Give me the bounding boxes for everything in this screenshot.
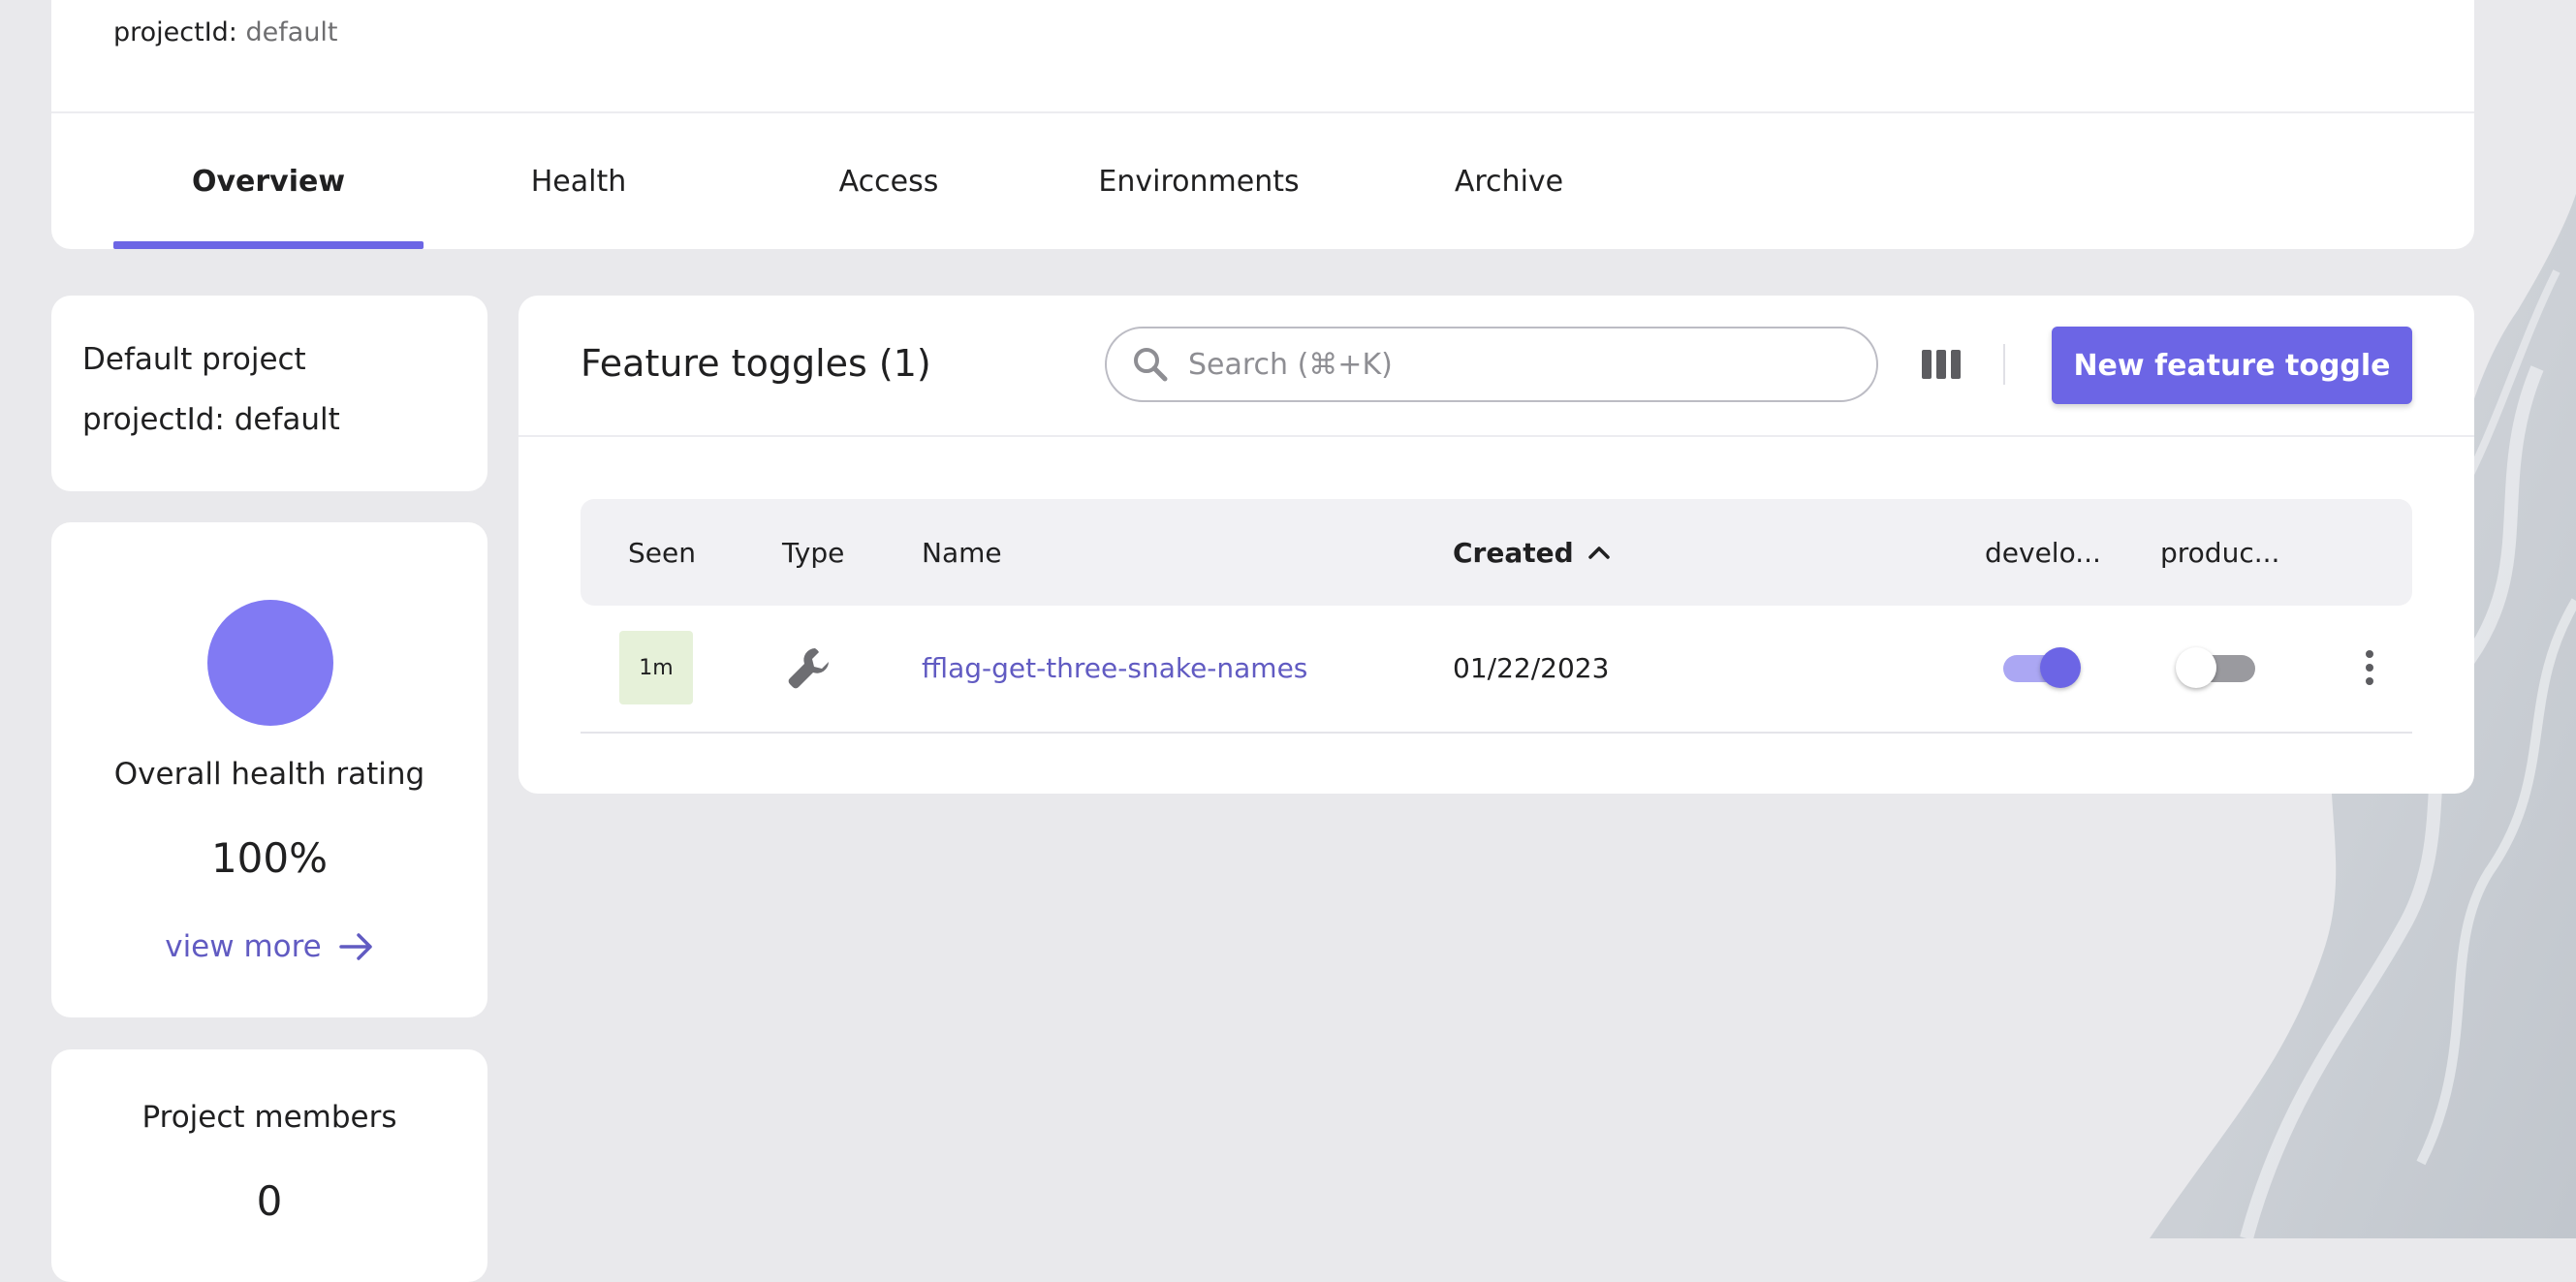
switch-knob <box>2040 647 2081 688</box>
arrow-right-icon <box>339 933 372 960</box>
view-more-link[interactable]: view more <box>51 929 487 964</box>
development-toggle-switch[interactable] <box>2003 643 2081 692</box>
column-production[interactable]: produc... <box>2160 499 2279 606</box>
column-created-label: Created <box>1453 536 1574 569</box>
table-row: 1m fflag-get-three-snake-names 01/22/202… <box>581 606 2412 734</box>
project-name: Default project <box>82 342 306 377</box>
tab-access[interactable]: Access <box>734 113 1044 249</box>
feature-toggles-card: Feature toggles (1) New feature toggle S… <box>518 296 2474 794</box>
tab-environments[interactable]: Environments <box>1044 113 1354 249</box>
name-cell: fflag-get-three-snake-names <box>922 606 1307 730</box>
members-count: 0 <box>256 1177 283 1225</box>
project-members-card: Project members 0 <box>51 1049 487 1282</box>
column-type[interactable]: Type <box>782 499 844 606</box>
seen-badge: 1m <box>619 631 693 704</box>
project-tabs: Overview Health Access Environments Arch… <box>113 113 1664 249</box>
switch-knob <box>2176 647 2216 688</box>
new-feature-toggle-button[interactable]: New feature toggle <box>2052 327 2412 404</box>
feature-toggles-title: Feature toggles (1) <box>581 342 931 385</box>
tab-health[interactable]: Health <box>424 113 734 249</box>
created-cell: 01/22/2023 <box>1453 606 1609 730</box>
health-card: Overall health rating 100% view more <box>51 522 487 1017</box>
development-cell <box>2003 606 2081 730</box>
project-id-line: projectId: default <box>113 17 338 47</box>
column-development[interactable]: develo... <box>1985 499 2101 606</box>
project-header-card: projectId: default Overview Health Acces… <box>51 0 2474 249</box>
project-info-card: Default project projectId: default <box>51 296 487 491</box>
toolbar-divider <box>2003 344 2005 385</box>
wrench-icon <box>788 648 829 689</box>
health-value: 100% <box>210 834 329 882</box>
column-name[interactable]: Name <box>922 499 1002 606</box>
kebab-dot <box>2366 664 2373 672</box>
kebab-dot <box>2366 677 2373 685</box>
project-id: projectId: default <box>82 402 340 437</box>
sort-ascending-icon <box>1587 547 1610 559</box>
columns-icon[interactable] <box>1921 344 1962 385</box>
project-id-key: projectId: <box>113 17 237 47</box>
column-created[interactable]: Created <box>1453 499 1611 606</box>
actions-cell <box>2366 606 2373 730</box>
card-divider <box>518 435 2474 437</box>
created-date: 01/22/2023 <box>1453 651 1610 684</box>
type-cell <box>786 606 832 730</box>
table-header: Seen Type Name Created develo... produc.… <box>581 499 2412 606</box>
search-box[interactable] <box>1105 327 1878 402</box>
search-input[interactable] <box>1186 346 1849 383</box>
column-seen[interactable]: Seen <box>628 499 696 606</box>
view-more-label: view more <box>165 929 322 964</box>
health-label: Overall health rating <box>113 757 425 792</box>
tab-overview[interactable]: Overview <box>113 113 424 249</box>
search-icon <box>1134 348 1168 382</box>
kebab-dot <box>2366 650 2373 658</box>
more-actions-icon[interactable] <box>2366 650 2373 685</box>
members-label: Project members <box>141 1100 397 1135</box>
seen-cell: 1m <box>619 606 693 730</box>
project-id-value: default <box>245 17 338 47</box>
production-toggle-switch[interactable] <box>2176 643 2255 692</box>
feature-toggle-name-link[interactable]: fflag-get-three-snake-names <box>922 652 1307 684</box>
production-cell <box>2176 606 2255 730</box>
tab-archive[interactable]: Archive <box>1354 113 1664 249</box>
health-indicator-circle <box>207 600 333 726</box>
